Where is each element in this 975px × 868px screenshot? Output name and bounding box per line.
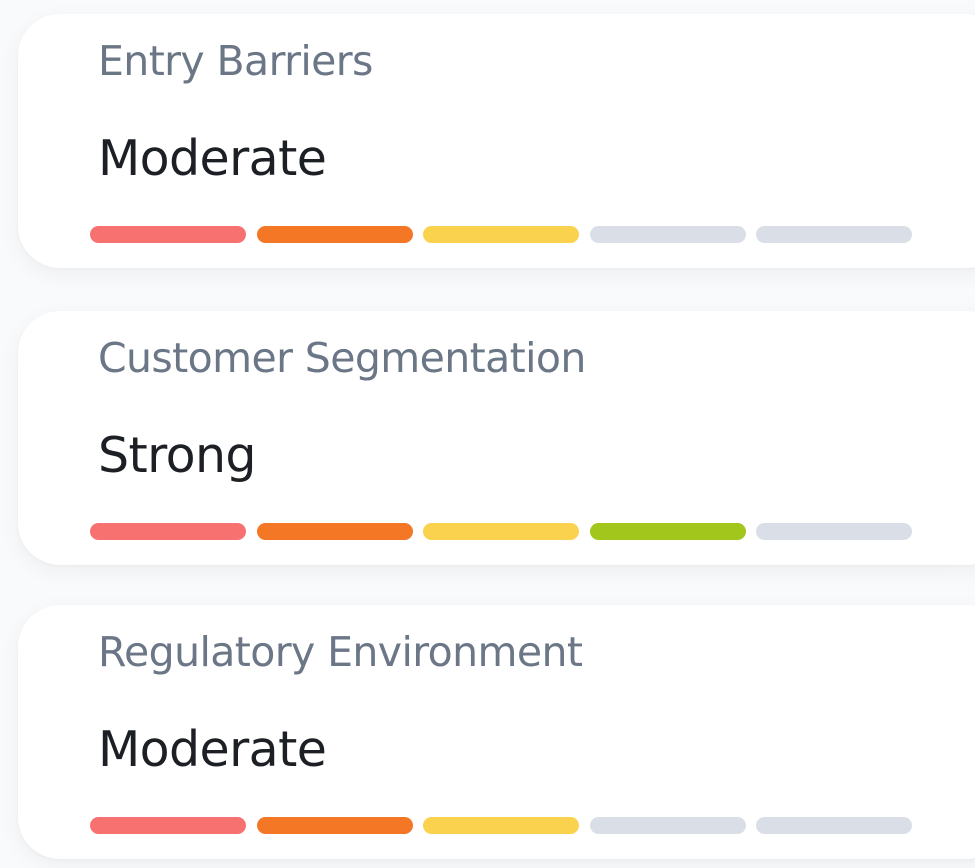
rating-segment-3 bbox=[423, 226, 579, 243]
rating-segment-3 bbox=[423, 523, 579, 540]
rating-segment-4 bbox=[590, 226, 746, 243]
rating-segment-5 bbox=[756, 523, 912, 540]
rating-segment-1 bbox=[90, 226, 246, 243]
rating-value: Strong bbox=[98, 427, 257, 484]
rating-meter bbox=[90, 523, 912, 540]
rating-card-stack: Entry Barriers Moderate Customer Segment… bbox=[0, 0, 975, 868]
rating-meter bbox=[90, 226, 912, 243]
rating-meter bbox=[90, 817, 912, 834]
rating-card-regulatory-environment: Regulatory Environment Moderate bbox=[18, 605, 975, 859]
rating-value: Moderate bbox=[98, 721, 327, 778]
rating-segment-2 bbox=[257, 523, 413, 540]
rating-segment-2 bbox=[257, 817, 413, 834]
rating-segment-1 bbox=[90, 523, 246, 540]
rating-segment-4 bbox=[590, 523, 746, 540]
card-title: Entry Barriers bbox=[98, 37, 373, 85]
card-title: Regulatory Environment bbox=[98, 628, 583, 676]
rating-segment-2 bbox=[257, 226, 413, 243]
rating-card-entry-barriers: Entry Barriers Moderate bbox=[18, 14, 975, 268]
card-title: Customer Segmentation bbox=[98, 334, 586, 382]
rating-segment-5 bbox=[756, 226, 912, 243]
rating-segment-5 bbox=[756, 817, 912, 834]
rating-card-customer-segmentation: Customer Segmentation Strong bbox=[18, 311, 975, 565]
rating-value: Moderate bbox=[98, 130, 327, 187]
rating-segment-3 bbox=[423, 817, 579, 834]
rating-segment-1 bbox=[90, 817, 246, 834]
rating-segment-4 bbox=[590, 817, 746, 834]
